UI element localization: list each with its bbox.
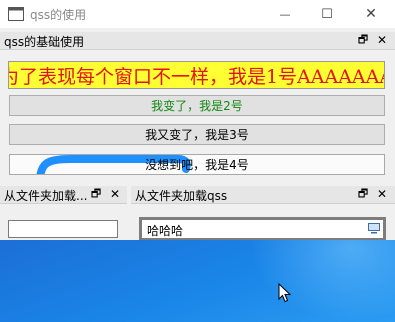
minimize-icon: — [279, 7, 291, 21]
dock-title-label: qss的基础使用 [4, 35, 85, 49]
close-icon[interactable]: ✕ [375, 33, 389, 47]
button-3-label: 我又变了，我是3号 [145, 128, 249, 142]
close-icon[interactable]: ✕ [108, 187, 122, 201]
qss-line-edit-text: 哈哈哈 [147, 224, 184, 238]
left-line-edit[interactable] [8, 220, 118, 238]
maximize-icon: ☐ [321, 6, 333, 22]
dock-title-label: 从文件夹加载... [4, 189, 88, 203]
button-4-label: 没想到吧，我是4号 [145, 158, 249, 172]
qss-line-edit-inner[interactable]: 哈哈哈 [142, 220, 383, 238]
button-3[interactable]: 我又变了，我是3号 [9, 124, 385, 145]
maximize-button[interactable]: ☐ [305, 0, 349, 28]
float-icon[interactable]: 🗗 [356, 187, 370, 201]
close-icon[interactable]: ✕ [375, 187, 389, 201]
dock-title-basic[interactable]: qss的基础使用 🗗 ✕ [0, 32, 395, 50]
minimize-button[interactable]: — [263, 0, 307, 28]
float-icon[interactable]: 🗗 [356, 33, 370, 47]
window-title: qss的使用 [30, 8, 87, 22]
close-icon: ✕ [365, 6, 377, 22]
button-4[interactable]: 没想到吧，我是4号 [9, 154, 385, 175]
button-2-label: 我变了，我是2号 [151, 99, 243, 113]
close-button[interactable]: ✕ [349, 0, 393, 28]
dock-title-label: 从文件夹加载qss [135, 189, 228, 203]
title-bar[interactable]: qss的使用 — ☐ ✕ [0, 0, 395, 28]
float-icon[interactable]: 🗗 [89, 187, 103, 201]
qss-line-edit[interactable]: 哈哈哈 [139, 217, 386, 241]
mouse-cursor-icon [278, 283, 292, 303]
monitor-icon [368, 223, 380, 234]
desktop-background [0, 240, 395, 322]
app-icon [8, 7, 24, 21]
desktop-glow [250, 240, 395, 322]
dock-title-load-left[interactable]: 从文件夹加载... 🗗 ✕ [0, 186, 127, 204]
dock-title-load-qss[interactable]: 从文件夹加载qss 🗗 ✕ [131, 186, 395, 204]
button-2[interactable]: 我变了，我是2号 [9, 95, 385, 116]
label-1: 为了表现每个窗口不一样，我是1号AAAAAAA [8, 61, 385, 89]
main-window: qss的使用 — ☐ ✕ qss的基础使用 🗗 ✕ 为了表现每个窗口不一样，我是… [0, 0, 395, 241]
